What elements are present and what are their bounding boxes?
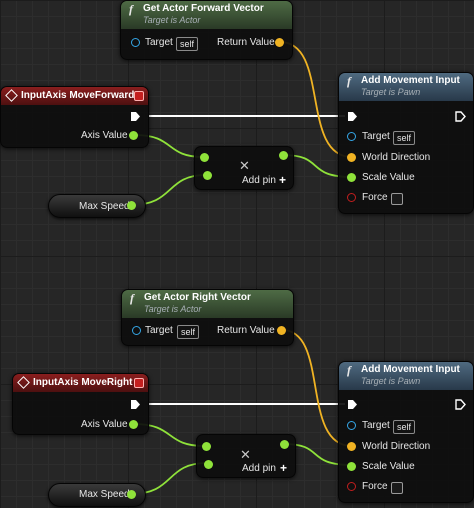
- function-icon: f: [129, 2, 133, 16]
- max-speed-variable-node[interactable]: Max Speed: [48, 483, 146, 507]
- multiply-output-pin[interactable]: [280, 440, 289, 449]
- force-checkbox[interactable]: [391, 482, 403, 494]
- input-axis-move-forward-node[interactable]: InputAxis MoveForward Axis Value: [0, 86, 149, 148]
- add-pin-label[interactable]: Add pin: [242, 175, 276, 186]
- get-actor-forward-vector-node[interactable]: f Get Actor Forward Vector Target is Act…: [120, 0, 293, 60]
- add-movement-input-node[interactable]: f Add Movement Input Target is Pawn Targ…: [338, 361, 474, 503]
- return-value-label: Return Value: [217, 37, 275, 48]
- multiply-icon: ✕: [239, 158, 250, 173]
- scale-value-pin[interactable]: [347, 462, 356, 471]
- multiply-input-a-pin[interactable]: [202, 442, 211, 451]
- scale-value-pin[interactable]: [347, 173, 356, 182]
- event-diamond-icon: [17, 376, 30, 389]
- node-title: Add Movement Input: [361, 75, 460, 86]
- max-speed-variable-node[interactable]: Max Speed: [48, 194, 146, 218]
- event-header[interactable]: InputAxis MoveRight: [13, 374, 148, 392]
- return-value-pin[interactable]: [277, 326, 286, 335]
- axis-value-label: Axis Value: [81, 419, 128, 430]
- force-checkbox[interactable]: [391, 193, 403, 205]
- axis-value-label: Axis Value: [81, 130, 128, 141]
- node-header[interactable]: f Add Movement Input Target is Pawn: [339, 362, 473, 390]
- max-speed-label: Max Speed: [79, 489, 130, 500]
- world-direction-label: World Direction: [362, 152, 431, 163]
- function-icon: f: [347, 363, 351, 377]
- event-title: InputAxis MoveForward: [21, 90, 135, 101]
- node-header[interactable]: f Add Movement Input Target is Pawn: [339, 73, 473, 101]
- target-label: Target: [362, 420, 390, 431]
- target-self-chip[interactable]: self: [176, 37, 199, 51]
- world-direction-label: World Direction: [362, 441, 431, 452]
- function-icon: f: [347, 74, 351, 88]
- target-pin[interactable]: [131, 38, 140, 47]
- node-subtitle: Target is Actor: [143, 15, 201, 25]
- force-pin[interactable]: [347, 193, 356, 202]
- target-self-chip[interactable]: self: [393, 131, 416, 145]
- add-pin-plus-icon[interactable]: +: [280, 461, 287, 475]
- node-title: Get Actor Right Vector: [144, 292, 251, 303]
- return-value-pin[interactable]: [275, 38, 284, 47]
- node-subtitle: Target is Pawn: [361, 376, 421, 386]
- event-delegate-icon[interactable]: [134, 378, 144, 388]
- target-label: Target: [145, 37, 173, 48]
- target-self-chip[interactable]: self: [393, 420, 416, 434]
- function-icon: f: [130, 291, 134, 305]
- node-header[interactable]: f Get Actor Forward Vector Target is Act…: [121, 1, 292, 29]
- force-pin[interactable]: [347, 482, 356, 491]
- target-label: Target: [145, 325, 173, 336]
- target-pin[interactable]: [347, 132, 356, 141]
- force-label: Force: [362, 192, 388, 203]
- target-pin[interactable]: [132, 326, 141, 335]
- multiply-input-b-pin[interactable]: [204, 460, 213, 469]
- scale-value-label: Scale Value: [362, 172, 415, 183]
- get-actor-right-vector-node[interactable]: f Get Actor Right Vector Target is Actor…: [121, 289, 294, 346]
- scale-value-label: Scale Value: [362, 461, 415, 472]
- event-title: InputAxis MoveRight: [33, 377, 133, 388]
- axis-value-pin[interactable]: [129, 420, 138, 429]
- multiply-input-b-pin[interactable]: [203, 171, 212, 180]
- add-pin-plus-icon[interactable]: +: [279, 173, 286, 187]
- node-title: Add Movement Input: [361, 364, 460, 375]
- max-speed-pin[interactable]: [127, 490, 136, 499]
- world-direction-pin[interactable]: [347, 442, 356, 451]
- add-movement-input-node[interactable]: f Add Movement Input Target is Pawn Targ…: [338, 72, 474, 214]
- input-axis-move-right-node[interactable]: InputAxis MoveRight Axis Value: [12, 373, 149, 435]
- axis-value-pin[interactable]: [129, 131, 138, 140]
- multiply-output-pin[interactable]: [279, 151, 288, 160]
- event-diamond-icon: [5, 89, 18, 102]
- node-subtitle: Target is Pawn: [361, 87, 421, 97]
- world-direction-pin[interactable]: [347, 153, 356, 162]
- multiply-icon: ✕: [240, 447, 251, 462]
- max-speed-pin[interactable]: [127, 201, 136, 210]
- add-pin-label[interactable]: Add pin: [242, 463, 276, 474]
- node-header[interactable]: f Get Actor Right Vector Target is Actor: [122, 290, 293, 318]
- multiply-node[interactable]: ✕ Add pin +: [196, 434, 296, 478]
- target-pin[interactable]: [347, 421, 356, 430]
- force-label: Force: [362, 481, 388, 492]
- multiply-node[interactable]: ✕ Add pin +: [194, 146, 294, 190]
- event-delegate-icon[interactable]: [134, 91, 144, 101]
- event-header[interactable]: InputAxis MoveForward: [1, 87, 148, 105]
- max-speed-label: Max Speed: [79, 201, 130, 212]
- multiply-input-a-pin[interactable]: [200, 153, 209, 162]
- target-label: Target: [362, 131, 390, 142]
- node-title: Get Actor Forward Vector: [143, 3, 264, 14]
- target-self-chip[interactable]: self: [177, 325, 200, 339]
- node-subtitle: Target is Actor: [144, 304, 202, 314]
- return-value-label: Return Value: [217, 325, 275, 336]
